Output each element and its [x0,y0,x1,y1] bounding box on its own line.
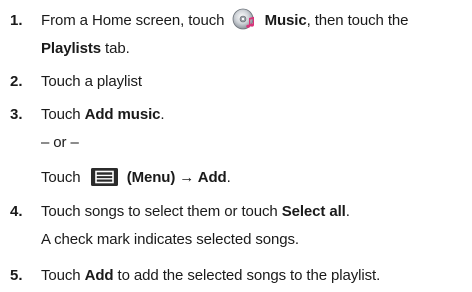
step-number: 4. [10,203,23,220]
step-bold: Add music [84,106,161,123]
step-bold: Playlists [41,40,101,57]
step-3-line-2: – or – [41,134,79,151]
step-text: Touch [41,267,85,284]
step-bold: (Menu) → Add [126,169,227,186]
step-text: From a Home screen, touch [41,12,225,29]
step-text: tab. [100,40,130,57]
step-text: . [226,169,231,186]
step-4-line-2: A check mark indicates selected songs. [41,231,299,248]
step-text: . [160,106,165,123]
step-bold: Music [264,12,307,29]
step-text: Touch [41,169,81,186]
step-3-line-1: Touch Add music. [41,106,165,124]
instruction-page: 1. From a Home screen, touch Music, then… [0,0,472,292]
step-text: Touch [41,106,85,123]
step-1-line-2: Playlists tab. [41,40,130,58]
step-number: 5. [10,267,23,284]
step-2-line-1: Touch a playlist [41,73,142,90]
music-app-icon [232,8,256,30]
step-bold: Select all [281,203,346,220]
step-text: Touch songs to select them or touch [41,203,282,220]
menu-icon [90,167,118,186]
step-1-line-1: From a Home screen, touch Music, then to… [41,8,409,30]
step-text: , then touch the [306,12,409,29]
step-number: 2. [10,73,23,90]
step-number: 1. [10,12,23,29]
step-4-line-1: Touch songs to select them or touch Sele… [41,203,350,221]
step-text: to add the selected songs to the playlis… [113,267,381,284]
step-3-line-3: Touch (Menu) → Add. [41,167,231,187]
step-5-line-1: Touch Add to add the selected songs to t… [41,267,380,285]
step-bold: Add [84,267,114,284]
step-text: . [345,203,350,220]
step-number: 3. [10,106,23,123]
